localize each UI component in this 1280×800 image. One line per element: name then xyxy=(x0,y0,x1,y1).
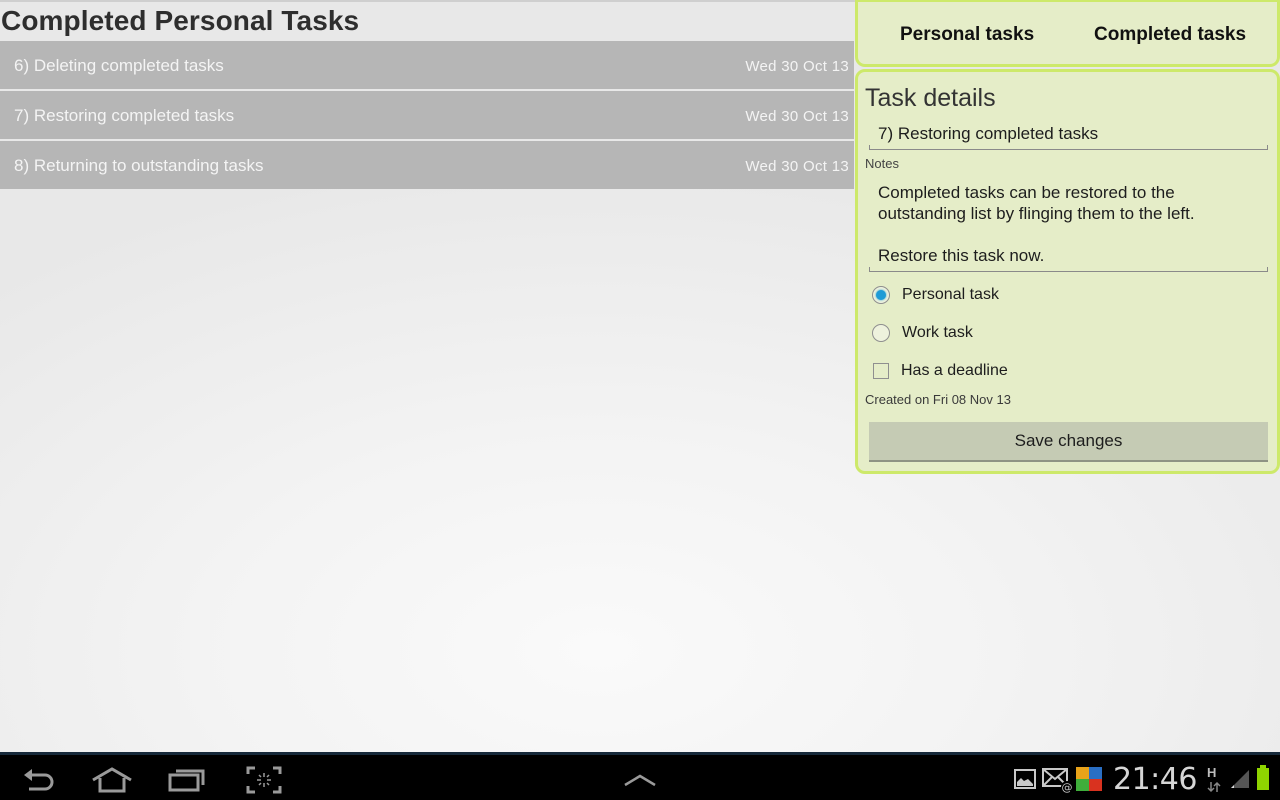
radio-unchecked-icon xyxy=(872,324,890,342)
notes-label: Notes xyxy=(865,156,899,171)
task-row[interactable]: 8) Returning to outstanding tasks Wed 30… xyxy=(0,141,854,189)
work-task-radio[interactable]: Work task xyxy=(872,321,973,345)
system-navigation-bar: @ 21:46 H xyxy=(0,752,1280,800)
back-button[interactable] xyxy=(14,763,64,797)
task-title: 6) Deleting completed tasks xyxy=(14,56,224,75)
tabs-panel: Personal tasks Completed tasks xyxy=(855,0,1280,67)
personal-task-label: Personal task xyxy=(902,286,999,303)
battery-icon xyxy=(1257,765,1269,790)
task-title-input[interactable]: 7) Restoring completed tasks xyxy=(869,124,1268,150)
deadline-label: Has a deadline xyxy=(901,362,1008,379)
notes-input[interactable]: Completed tasks can be restored to the o… xyxy=(869,180,1268,272)
screenshot-button[interactable] xyxy=(239,763,289,797)
data-transfer-icon xyxy=(1207,781,1221,793)
details-heading: Task details xyxy=(865,84,996,112)
network-type: H xyxy=(1207,765,1217,780)
home-icon xyxy=(92,767,132,793)
recent-apps-icon xyxy=(168,769,205,792)
task-title: 8) Returning to outstanding tasks xyxy=(14,156,264,175)
task-row[interactable]: 7) Restoring completed tasks Wed 30 Oct … xyxy=(0,91,854,139)
save-changes-button[interactable]: Save changes xyxy=(869,422,1268,462)
clock: 21:46 xyxy=(1113,762,1197,797)
back-icon xyxy=(24,769,54,791)
task-title-input-value: 7) Restoring completed tasks xyxy=(878,124,1099,143)
radio-checked-icon xyxy=(872,286,890,304)
tab-completed-tasks[interactable]: Completed tasks xyxy=(1094,24,1246,46)
task-details-panel: Task details 7) Restoring completed task… xyxy=(855,69,1280,474)
notes-input-value: Completed tasks can be restored to the o… xyxy=(878,183,1195,265)
home-button[interactable] xyxy=(87,763,137,797)
task-row[interactable]: 6) Deleting completed tasks Wed 30 Oct 1… xyxy=(0,41,854,89)
signal-icon xyxy=(1231,770,1249,788)
task-date: Wed 30 Oct 13 xyxy=(745,158,849,175)
app-drawer-up-button[interactable] xyxy=(615,763,665,797)
task-list-pane: Completed Personal Tasks 6) Deleting com… xyxy=(0,0,854,752)
avg-antivirus-icon xyxy=(1076,767,1102,791)
task-title: 7) Restoring completed tasks xyxy=(14,106,235,125)
email-icon: @ xyxy=(1042,768,1073,794)
work-task-label: Work task xyxy=(902,324,973,341)
personal-task-radio[interactable]: Personal task xyxy=(872,283,999,307)
tab-personal-tasks[interactable]: Personal tasks xyxy=(900,24,1034,46)
created-date: Created on Fri 08 Nov 13 xyxy=(865,392,1011,407)
task-date: Wed 30 Oct 13 xyxy=(745,58,849,75)
page-title: Completed Personal Tasks xyxy=(1,5,360,36)
deadline-checkbox[interactable]: Has a deadline xyxy=(872,359,1008,383)
screenshot-icon xyxy=(246,766,282,794)
svg-text:@: @ xyxy=(1062,781,1073,794)
recent-apps-button[interactable] xyxy=(162,763,212,797)
up-chevron-icon xyxy=(624,774,656,787)
completed-task-list: 6) Deleting completed tasks Wed 30 Oct 1… xyxy=(0,41,854,191)
checkbox-unchecked-icon xyxy=(873,363,889,379)
task-date: Wed 30 Oct 13 xyxy=(745,108,849,125)
gallery-icon xyxy=(1014,769,1036,789)
